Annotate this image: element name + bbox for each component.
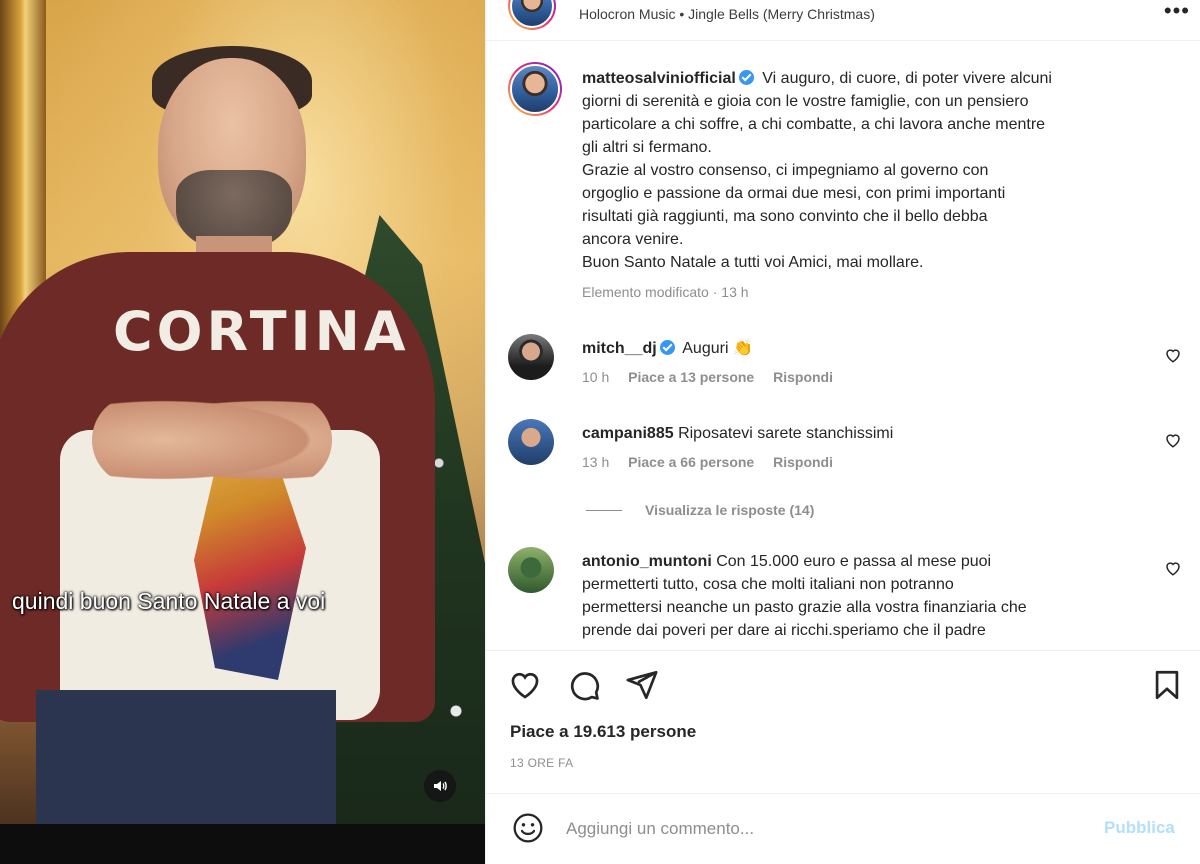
caption-text: risultati già raggiunti, ma sono convint…: [582, 208, 988, 225]
caption-text: ancora venire.: [582, 231, 684, 248]
divider: [486, 793, 1200, 794]
divider: [486, 40, 1200, 41]
reply-button[interactable]: Rispondi: [773, 454, 833, 470]
emoji-icon[interactable]: [512, 812, 544, 844]
heart-icon[interactable]: [1164, 431, 1182, 449]
speaker-icon: [434, 781, 447, 791]
share-button[interactable]: [625, 668, 659, 702]
save-button[interactable]: [1150, 668, 1184, 702]
caption-text: gli altri si fermano.: [582, 139, 712, 156]
comment-username[interactable]: mitch__dj: [582, 340, 657, 357]
header-avatar[interactable]: [508, 0, 556, 30]
view-replies-button[interactable]: Visualizza le risposte (14): [586, 502, 814, 518]
publish-button[interactable]: Pubblica: [1104, 818, 1175, 838]
comment-username[interactable]: antonio_muntoni: [582, 553, 712, 570]
comment-input[interactable]: [566, 815, 1086, 843]
more-options-icon[interactable]: •••: [1164, 0, 1190, 24]
audio-track[interactable]: Holocron Music • Jingle Bells (Merry Chr…: [579, 6, 875, 22]
comment-username[interactable]: campani885: [582, 425, 674, 442]
comment-button[interactable]: [567, 668, 601, 702]
caption-text: particolare a chi soffre, a chi combatte…: [582, 116, 1046, 133]
comment-text: prende dai poveri per dare ai ricchi.spe…: [582, 622, 986, 639]
sound-toggle-button[interactable]: [424, 770, 456, 802]
caption-username[interactable]: matteosalviniofficial: [582, 70, 736, 87]
comment-text: Con 15.000 euro e passa al mese puoi: [716, 553, 992, 570]
caption-text: giorni di serenità e gioia con le vostre…: [582, 93, 1029, 110]
comment-text: permetterti tutto, cosa che molti italia…: [582, 576, 954, 593]
comment-likes[interactable]: Piace a 13 persone: [628, 369, 754, 385]
caption-meta: Elemento modificato · 13 h: [582, 284, 749, 300]
comment-text: Riposatevi sarete stanchissimi: [678, 425, 894, 442]
comment-time[interactable]: 13 h: [582, 454, 609, 470]
post-caption: matteosalviniofficial Vi auguro, di cuor…: [582, 67, 1162, 304]
video-subtitle: quindi buon Santo Natale a voi: [12, 588, 326, 614]
likes-count[interactable]: Piace a 19.613 persone: [510, 722, 696, 742]
hands: [92, 395, 332, 485]
comment-likes[interactable]: Piace a 66 persone: [628, 454, 754, 470]
verified-badge-icon: [738, 70, 754, 85]
comment-text: permettersi neanche un pasto grazie alla…: [582, 599, 1027, 616]
instagram-post-modal: CORTINA quindi buon Santo Natale a voi H…: [0, 0, 1200, 864]
caption-avatar[interactable]: [508, 62, 562, 116]
sweater-text: CORTINA: [113, 300, 410, 363]
heart-icon[interactable]: [1164, 346, 1182, 364]
post-timestamp: 13 ORE FA: [510, 756, 574, 770]
post-video[interactable]: CORTINA quindi buon Santo Natale a voi: [0, 0, 485, 864]
heart-icon[interactable]: [1164, 559, 1182, 577]
comment-time[interactable]: 10 h: [582, 369, 609, 385]
verified-badge-icon: [659, 340, 675, 355]
caption-text: Buon Santo Natale a tutti voi Amici, mai…: [582, 254, 924, 271]
commenter-avatar[interactable]: [508, 334, 554, 380]
post-panel: Holocron Music • Jingle Bells (Merry Chr…: [485, 0, 1200, 864]
caption-text: Vi auguro, di cuore, di poter vivere alc…: [762, 70, 1052, 87]
caption-text: orgoglio e passione da ormai due mesi, c…: [582, 185, 1006, 202]
caption-text: Grazie al vostro consenso, ci impegniamo…: [582, 162, 989, 179]
commenter-avatar[interactable]: [508, 419, 554, 465]
reply-button[interactable]: Rispondi: [773, 369, 833, 385]
like-button[interactable]: [508, 668, 542, 702]
divider: [486, 650, 1200, 651]
commenter-avatar[interactable]: [508, 547, 554, 593]
comment-text: Auguri 👏: [682, 340, 753, 357]
